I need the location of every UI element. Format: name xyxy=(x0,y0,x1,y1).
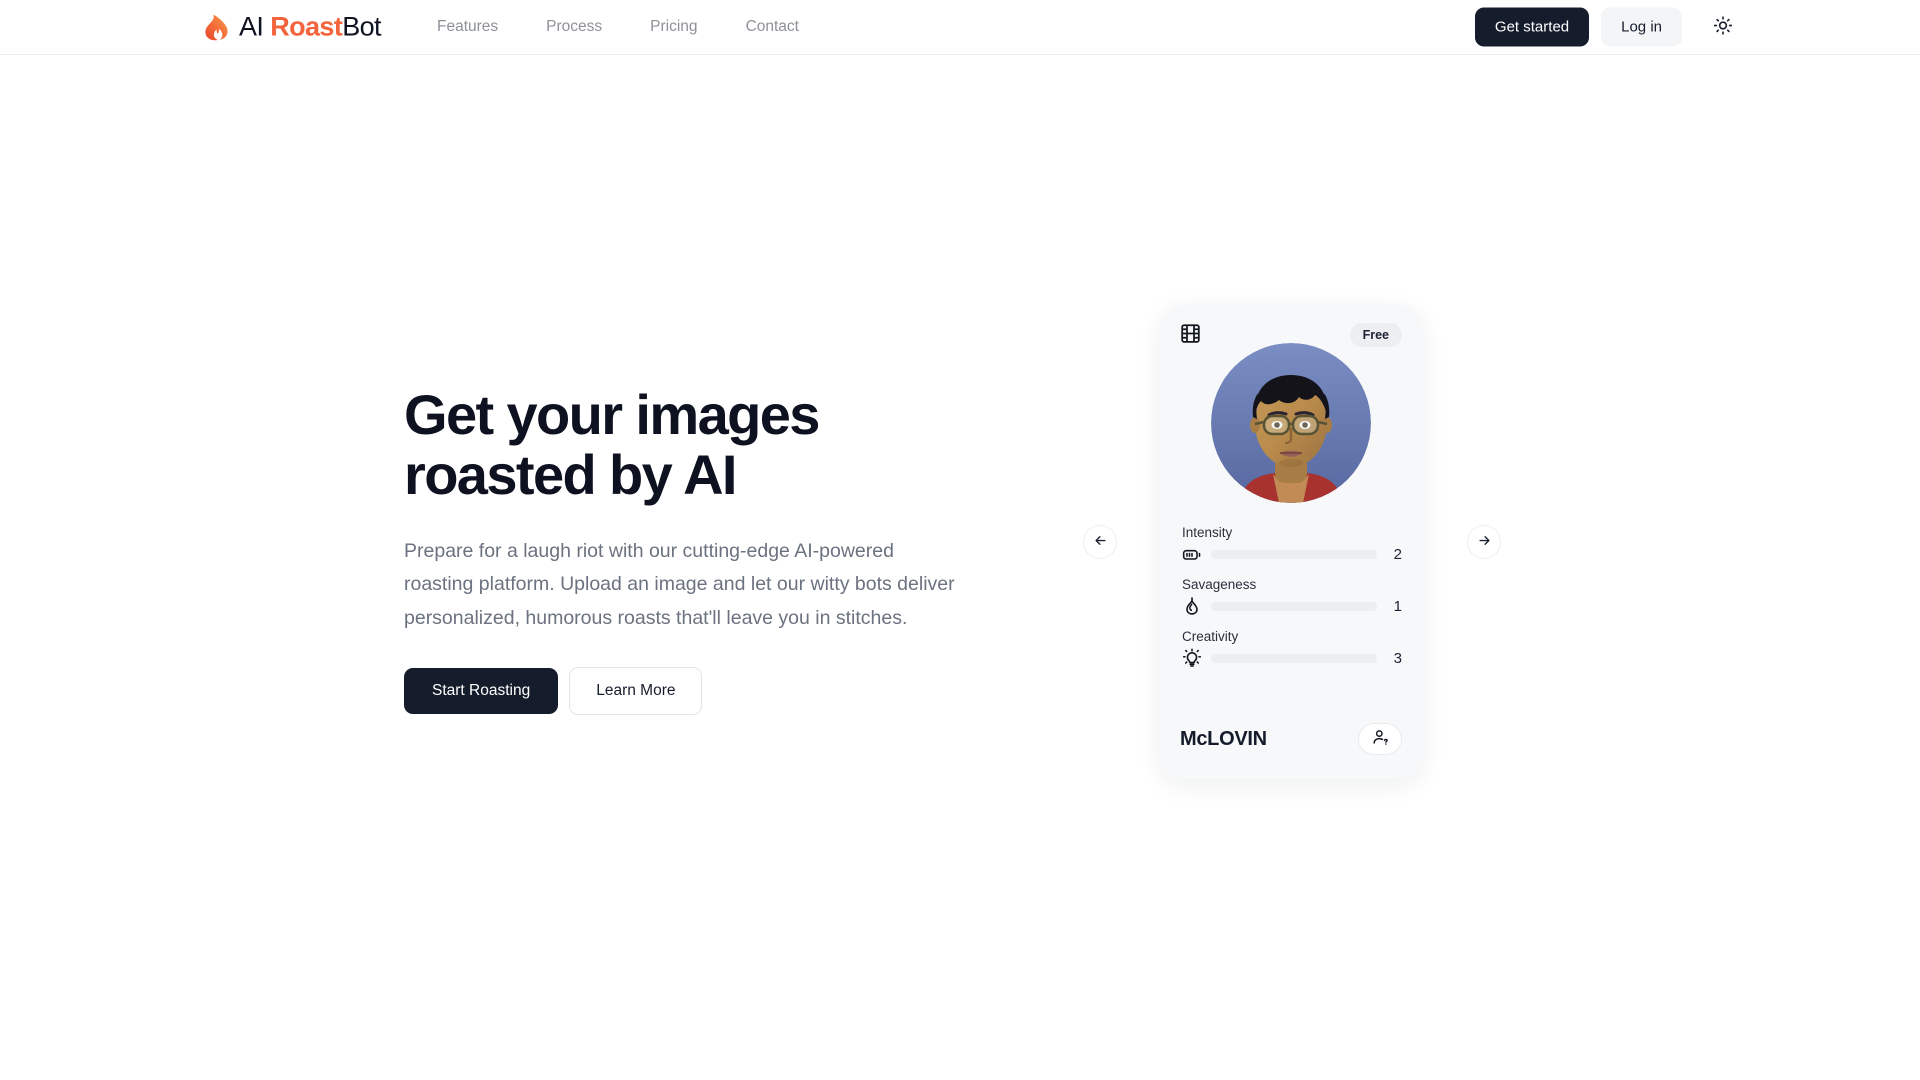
flame-icon xyxy=(1182,596,1202,616)
start-roasting-button[interactable]: Start Roasting xyxy=(404,668,559,715)
hero-section: Get your images roasted by AI Prepare fo… xyxy=(0,55,1920,1080)
stat-intensity: Intensity 2 xyxy=(1182,525,1402,564)
login-button[interactable]: Log in xyxy=(1601,7,1682,47)
stat-savageness: Savageness 1 xyxy=(1182,577,1402,616)
brand-prefix: AI xyxy=(239,11,271,42)
arrow-left-icon xyxy=(1093,533,1108,551)
stat-value: 3 xyxy=(1393,649,1402,667)
hero-copy: Get your images roasted by AI Prepare fo… xyxy=(404,383,964,716)
avatar xyxy=(1211,343,1371,503)
stat-creativity: Creativity 3 xyxy=(1182,629,1402,668)
hero-subtitle: Prepare for a laugh riot with our cuttin… xyxy=(404,539,955,629)
sun-icon xyxy=(1713,16,1733,39)
stat-label: Creativity xyxy=(1182,629,1239,644)
main-nav: Features Process Pricing Contact xyxy=(437,18,799,36)
brand-accent: Roast xyxy=(270,11,343,42)
film-strip-icon xyxy=(1180,323,1201,344)
card-title: McLOVIN xyxy=(1180,727,1267,750)
identify-person-button[interactable] xyxy=(1358,723,1402,755)
stat-label: Savageness xyxy=(1182,577,1257,592)
stat-value: 2 xyxy=(1393,545,1402,563)
avatar-container xyxy=(1180,343,1402,503)
brand-suffix: Bot xyxy=(342,11,381,42)
stat-row: 1 xyxy=(1182,596,1402,616)
nav-item-contact[interactable]: Contact xyxy=(746,18,799,36)
progress-track xyxy=(1211,549,1377,559)
brand-logo[interactable]: AI RoastBot xyxy=(204,11,382,43)
stat-label: Intensity xyxy=(1182,525,1233,540)
header-actions: Get started Log in xyxy=(1474,7,1740,47)
get-started-button[interactable]: Get started xyxy=(1474,7,1590,47)
stat-value: 1 xyxy=(1393,597,1402,615)
progress-track xyxy=(1211,601,1377,611)
hero-cta-group: Start Roasting Learn More xyxy=(404,667,964,716)
stat-row: 2 xyxy=(1182,544,1402,564)
roast-card[interactable]: Free Intensity 2 Savageness 1 Creativity… xyxy=(1160,305,1422,779)
carousel-prev-button[interactable] xyxy=(1083,525,1117,559)
flame-icon xyxy=(204,13,230,41)
lightbulb-icon xyxy=(1182,648,1202,668)
brand-name: AI RoastBot xyxy=(239,11,382,43)
person-question-icon xyxy=(1371,728,1390,750)
nav-item-features[interactable]: Features xyxy=(437,18,498,36)
battery-icon xyxy=(1182,544,1202,564)
arrow-right-icon xyxy=(1477,533,1492,551)
progress-track xyxy=(1211,653,1377,663)
stat-row: 3 xyxy=(1182,648,1402,668)
site-header: AI RoastBot Features Process Pricing Con… xyxy=(0,0,1920,55)
learn-more-button[interactable]: Learn More xyxy=(569,667,703,716)
nav-item-process[interactable]: Process xyxy=(546,18,602,36)
stats-list: Intensity 2 Savageness 1 Creativity 3 xyxy=(1180,525,1402,668)
theme-toggle-button[interactable] xyxy=(1706,10,1740,44)
carousel-next-button[interactable] xyxy=(1467,525,1501,559)
nav-item-pricing[interactable]: Pricing xyxy=(650,18,697,36)
card-footer: McLOVIN xyxy=(1180,723,1402,759)
page-title: Get your images roasted by AI xyxy=(404,383,820,506)
